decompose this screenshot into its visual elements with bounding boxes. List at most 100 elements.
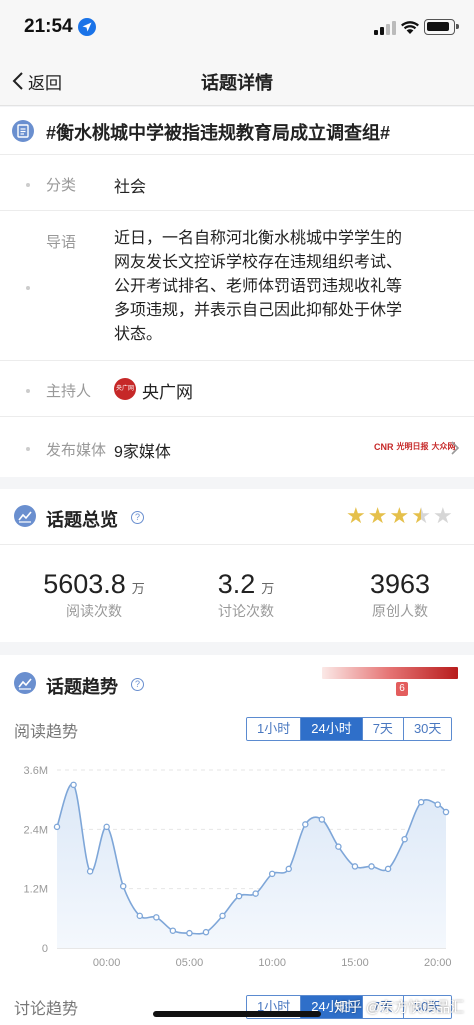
summary-line: 近日，一名自称河北衡水桃城中学学生的 (114, 230, 403, 247)
data-point (401, 835, 408, 843)
data-point (153, 914, 160, 921)
data-point (70, 781, 77, 789)
category-value: 社会 (114, 179, 147, 196)
topic-info-card: #衡水桃城中学被指违规教育局成立调查组# 分类 社会 导语 近日，一名自称河北衡… (0, 107, 474, 477)
data-point (434, 801, 441, 808)
star-full-icon: ★ (367, 503, 388, 528)
data-point (53, 823, 61, 831)
stat-reads: 5603.8 万 阅读次数 (34, 569, 154, 621)
star-full-icon: ★ (346, 503, 366, 528)
stat-original-authors: 3963 原创人数 (350, 569, 450, 621)
chevron-right-icon (451, 441, 460, 455)
read-trend-label: 阅读趋势 (14, 724, 79, 741)
summary-row: 导语 近日，一名自称河北衡水桃城中学学生的 网友发长文控诉学校存在违规组织考试、… (0, 211, 474, 361)
trend-card: 话题趋势 ? 6 阅读趋势 1小时 24小时 7天 30天 0 1.2M 2.4M 3… (0, 655, 474, 1025)
rating-stars: ★ ★ ★ ★ ★ (346, 505, 453, 527)
watermark: 知乎 @东方快消品汇 (334, 999, 465, 1015)
media-value: 9家媒体 (114, 444, 171, 461)
overview-header: 话题总览 ? ★ ★ ★ ★ ★ (0, 489, 474, 545)
trend-header: 话题趋势 ? 6 (0, 655, 474, 715)
tab-30-days[interactable]: 30天 (403, 718, 452, 740)
data-point (384, 865, 392, 873)
category-row: 分类 社会 (0, 155, 474, 211)
trend-title: 话题趋势 (46, 677, 118, 697)
overview-card: 话题总览 ? ★ ★ ★ ★ ★ 5603.8 万 阅读次数 3.2 万 讨论次数 3963… (0, 489, 474, 642)
data-point (351, 863, 359, 870)
data-point (268, 870, 276, 878)
data-point (318, 816, 326, 823)
summary-line: 公开考试排名、老师体罚语罚违规收礼等 (114, 278, 403, 295)
home-indicator[interactable] (153, 1011, 321, 1017)
navigation-bar: 返回 话题详情 (0, 56, 474, 106)
stat-unit: 万 (261, 581, 275, 596)
read-trend-chart: 0 1.2M 2.4M 3.6M 00:00 05:00 10:00 15:00 20:00 (24, 765, 452, 969)
summary-line: 状态。 (114, 326, 163, 343)
stat-label: 原创人数 (372, 603, 428, 619)
x-tick-label: 15:00 (341, 957, 369, 969)
y-tick-label: 3.6M (24, 765, 48, 777)
summary-line: 多项违规，并表示自己因此抑郁处于休学 (114, 302, 403, 319)
stat-label: 阅读次数 (66, 603, 122, 619)
stat-label: 讨论次数 (218, 603, 274, 619)
host-row[interactable]: 主持人 央广网 央广网 (0, 361, 474, 417)
y-tick-label: 1.2M (24, 884, 48, 896)
battery-icon (424, 19, 459, 35)
y-tick-label: 0 (42, 943, 48, 955)
topic-title-row: #衡水桃城中学被指违规教育局成立调查组# (0, 107, 474, 155)
data-point (368, 863, 375, 870)
discuss-trend-label: 讨论趋势 (14, 1001, 79, 1018)
trend-chart-icon (14, 505, 36, 527)
category-label: 分类 (46, 177, 77, 194)
help-icon[interactable]: ? (131, 678, 144, 691)
x-tick-label: 00:00 (93, 957, 121, 969)
media-logos: CNR 光明日报 大众网 (374, 441, 456, 452)
overview-title: 话题总览 (46, 510, 118, 530)
stat-discussions: 3.2 万 讨论次数 (196, 569, 296, 621)
stat-value: 3.2 (217, 569, 256, 599)
data-point (119, 882, 127, 890)
media-logo-guangming: 光明日报 (396, 442, 429, 451)
data-point (169, 927, 177, 934)
media-row[interactable]: 发布媒体 9家媒体 CNR 光明日报 大众网 (0, 417, 474, 477)
tab-24-hours[interactable]: 24小时 (301, 718, 363, 740)
cellular-signal-icon (374, 21, 396, 35)
status-bar: 21:54 (0, 0, 474, 56)
data-point (285, 865, 292, 873)
data-point (417, 798, 425, 806)
data-point (86, 868, 94, 875)
topic-title: #衡水桃城中学被指违规教育局成立调查组# (46, 123, 391, 143)
tab-7-days[interactable]: 7天 (362, 718, 404, 740)
star-full-icon: ★ (389, 503, 410, 528)
read-range-tabs: 1小时 24小时 7天 30天 (246, 717, 453, 741)
page-title: 话题详情 (201, 73, 273, 93)
data-point (235, 892, 243, 900)
heat-level-marker: 6 (396, 682, 408, 696)
star-half-icon: ★ (411, 503, 431, 528)
trend-chart-icon (14, 672, 36, 694)
stat-value: 3963 (369, 569, 431, 599)
data-point (186, 929, 193, 937)
y-tick-label: 2.4M (24, 824, 48, 836)
stat-value: 5603.8 (43, 569, 126, 599)
data-point (136, 912, 144, 920)
data-point (335, 843, 342, 850)
media-label: 发布媒体 (46, 442, 107, 459)
data-point (202, 928, 210, 936)
x-tick-label: 20:00 (424, 957, 452, 969)
host-label: 主持人 (46, 383, 92, 400)
tab-1-hour[interactable]: 1小时 (247, 718, 302, 740)
data-point (252, 890, 259, 897)
data-point (219, 912, 226, 920)
data-point (302, 821, 309, 828)
media-logo-cnr: CNR (374, 441, 394, 452)
status-time: 21:54 (24, 16, 73, 37)
host-logo: 央广网 (114, 378, 136, 400)
help-icon[interactable]: ? (131, 511, 144, 524)
host-name: 央广网 (142, 383, 193, 402)
summary-line: 网友发长文控诉学校存在违规组织考试、 (114, 254, 403, 271)
summary-text: 近日，一名自称河北衡水桃城中学学生的 网友发长文控诉学校存在违规组织考试、 公开… (114, 227, 464, 347)
star-empty-icon: ★ (432, 503, 453, 528)
x-tick-label: 05:00 (176, 957, 204, 969)
wifi-icon (401, 21, 419, 34)
location-arrow-icon (78, 18, 96, 36)
